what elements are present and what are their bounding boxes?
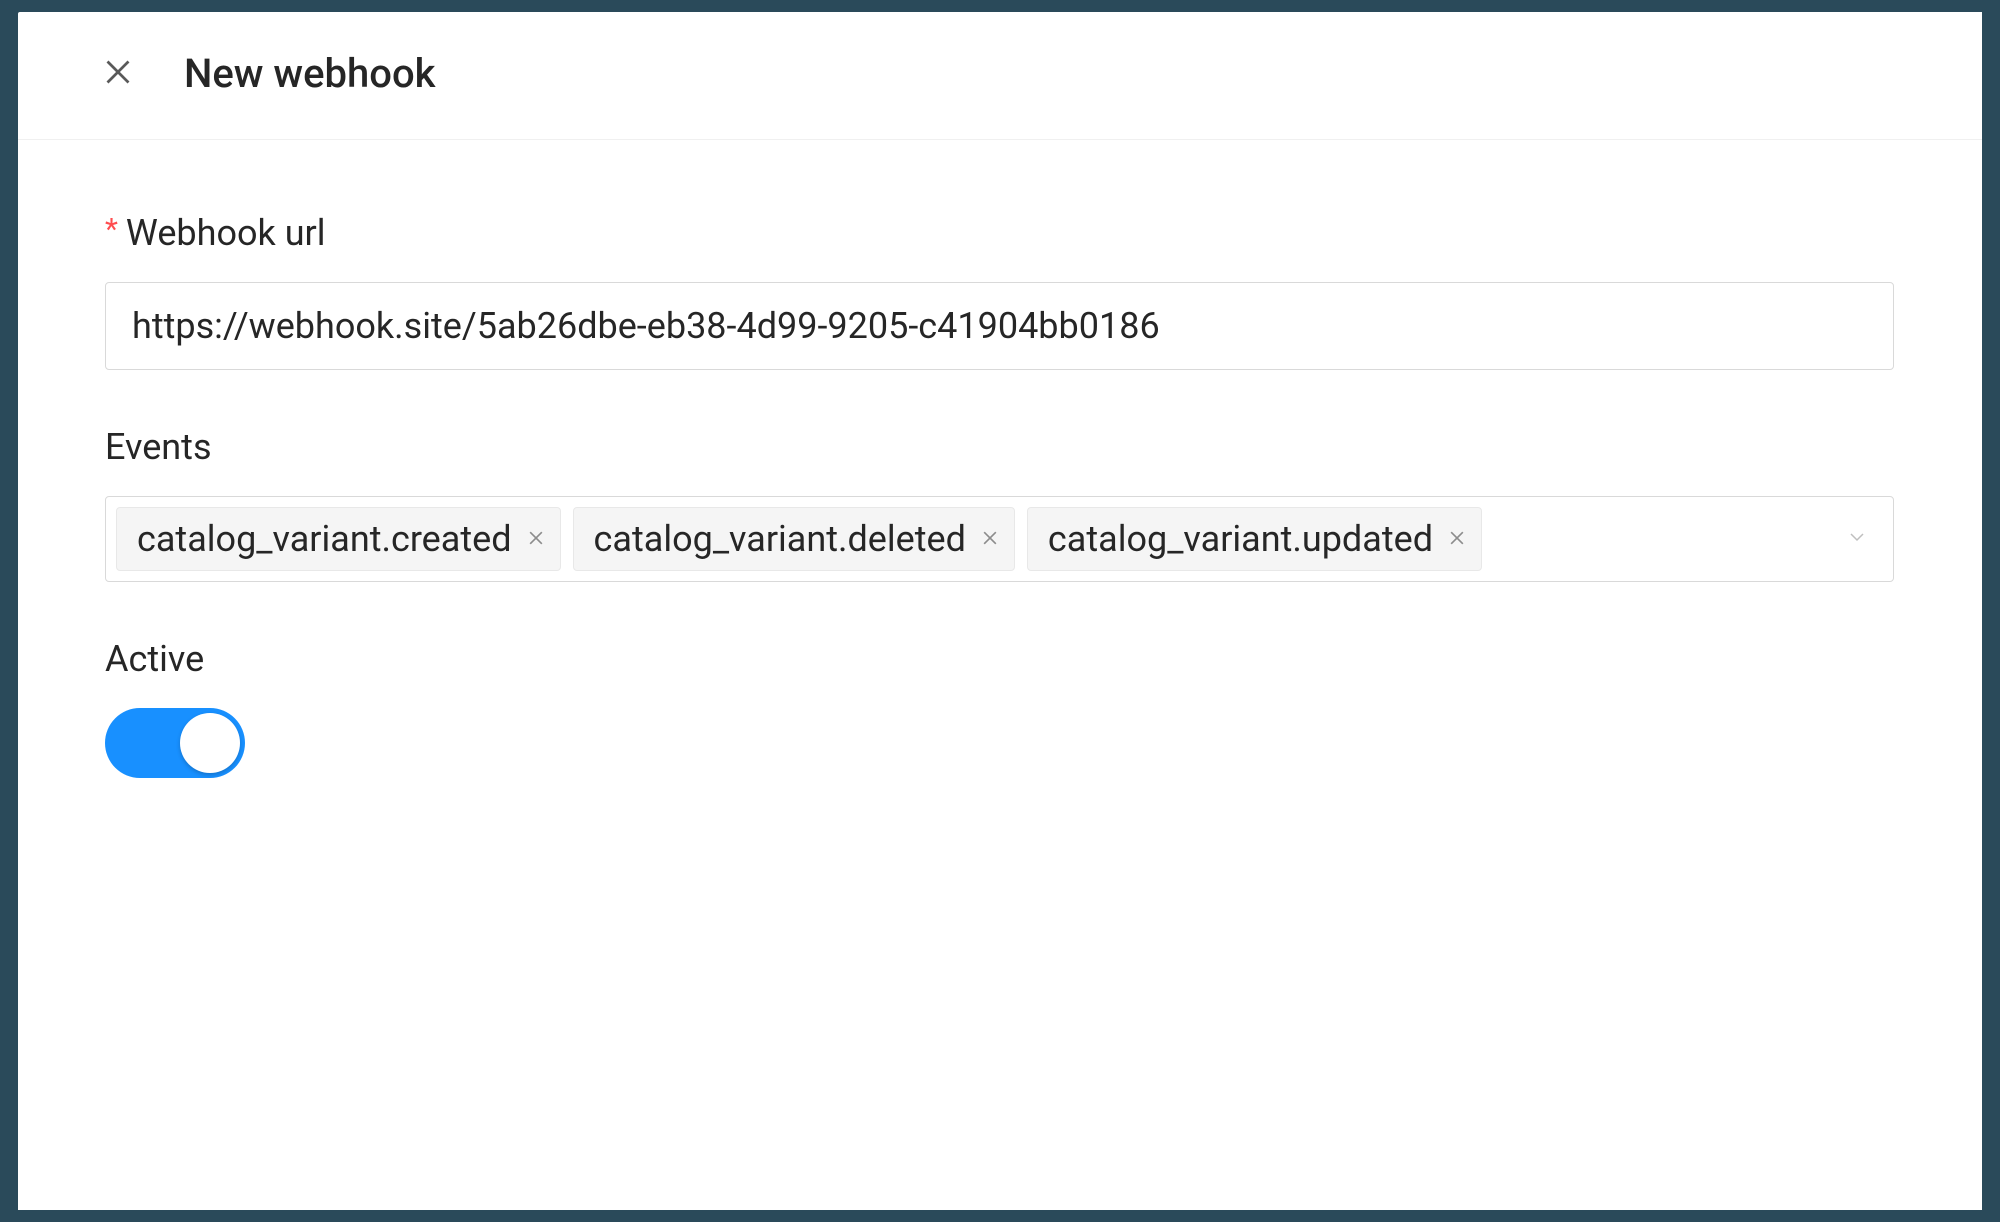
close-button[interactable] [100, 54, 136, 93]
events-label: Events [105, 426, 1894, 468]
close-icon [980, 528, 1000, 551]
webhook-url-label: *Webhook url [105, 212, 1894, 254]
modal-title: New webhook [184, 50, 436, 97]
modal-body: *Webhook url Events catalog_variant.crea… [18, 140, 1982, 878]
remove-tag-button[interactable] [526, 528, 546, 551]
chevron-down-icon [1845, 525, 1869, 553]
active-field: Active [105, 638, 1894, 782]
active-label: Active [105, 638, 1894, 680]
close-icon [1447, 528, 1467, 551]
active-toggle[interactable] [105, 708, 245, 778]
events-multiselect[interactable]: catalog_variant.created catalog_varian [105, 496, 1894, 582]
toggle-thumb [180, 713, 240, 773]
close-icon [100, 54, 136, 93]
event-tag: catalog_variant.updated [1027, 507, 1482, 571]
events-field: Events catalog_variant.created [105, 426, 1894, 582]
required-indicator: * [105, 212, 118, 247]
active-toggle-wrapper [105, 708, 1894, 782]
event-tag-label: catalog_variant.updated [1048, 518, 1433, 560]
modal-header: New webhook [18, 12, 1982, 140]
webhook-url-label-text: Webhook url [126, 212, 326, 254]
remove-tag-button[interactable] [1447, 528, 1467, 551]
close-icon [526, 528, 546, 551]
event-tag-label: catalog_variant.deleted [594, 518, 966, 560]
event-tag: catalog_variant.created [116, 507, 561, 571]
webhook-url-field: *Webhook url [105, 212, 1894, 370]
new-webhook-modal: New webhook *Webhook url Events catalog_… [18, 12, 1982, 1210]
event-tag-label: catalog_variant.created [137, 518, 512, 560]
webhook-url-input[interactable] [105, 282, 1894, 370]
event-tag: catalog_variant.deleted [573, 507, 1015, 571]
remove-tag-button[interactable] [980, 528, 1000, 551]
modal-backdrop: New webhook *Webhook url Events catalog_… [0, 0, 2000, 1222]
